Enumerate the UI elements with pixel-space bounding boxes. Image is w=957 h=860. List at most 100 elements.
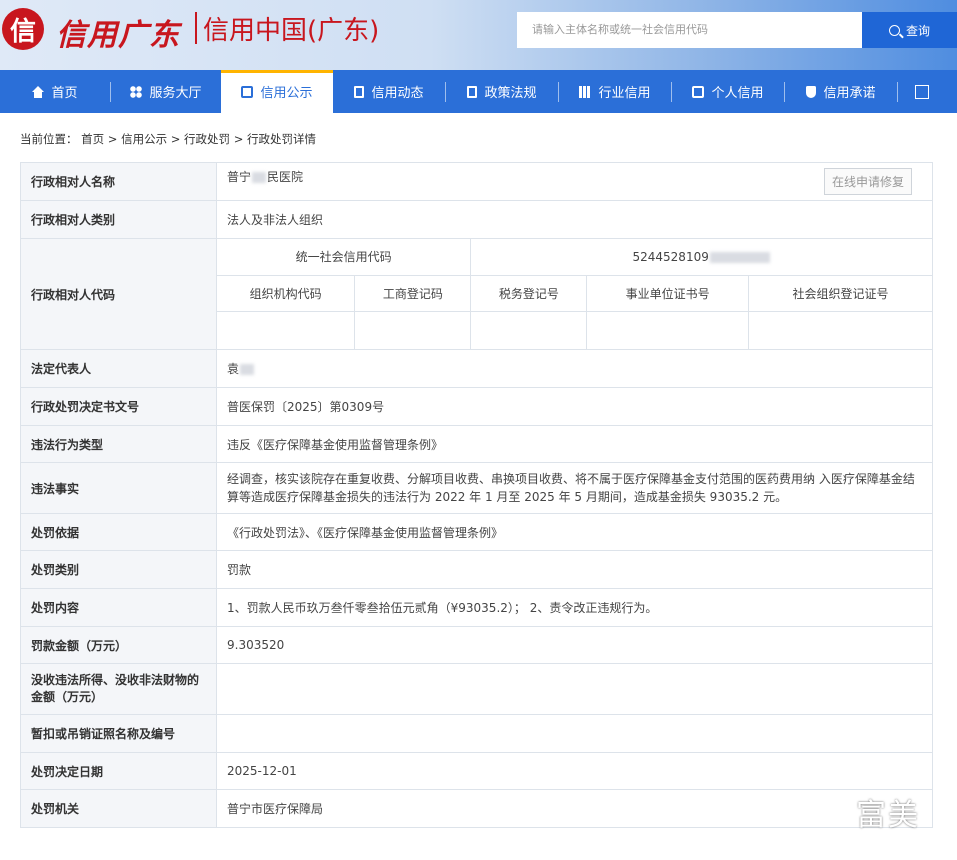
- field-label: 暂扣或吊销证照名称及编号: [20, 714, 217, 753]
- field-label: 没收违法所得、没收非法财物的金额（万元）: [20, 663, 217, 715]
- nav-item-label: 信用动态: [371, 86, 424, 101]
- code-column-header: 社会组织登记证号: [747, 274, 932, 312]
- document-icon: [354, 85, 365, 98]
- code-value-empty: [354, 310, 472, 349]
- field-value: 罚款: [216, 550, 933, 589]
- table-row: 违法事实 经调查，核实该院存在重复收费、分解项目收费、串换项目收费、将不属于医疗…: [20, 462, 933, 514]
- table-row: 行政相对人代码 统一社会信用代码 5244528109 组织机构代码 工商登记码…: [20, 238, 933, 350]
- table-row: 暂扣或吊销证照名称及编号: [20, 714, 933, 753]
- grid-icon: [130, 85, 143, 98]
- field-value: 普宁 民医院 在线申请修复: [216, 162, 933, 201]
- site-title[interactable]: 信用中国(广东): [203, 10, 379, 47]
- search-button[interactable]: 查询: [862, 12, 957, 48]
- search-button-label: 查询: [905, 23, 930, 38]
- logo-divider: [195, 12, 197, 44]
- field-label: 行政相对人名称: [20, 162, 217, 201]
- nav-item-credit-publicity[interactable]: 信用公示: [221, 70, 333, 113]
- field-value: 袁: [216, 349, 933, 388]
- watermark: 富美: [856, 798, 920, 833]
- code-value-empty: [217, 310, 356, 349]
- table-row: 处罚机关 普宁市医疗保障局: [20, 789, 933, 828]
- table-row: 法定代表人 袁: [20, 349, 933, 388]
- field-value: 普宁市医疗保障局: [216, 789, 933, 828]
- nav-item-label: 信用承诺: [823, 86, 876, 101]
- nav-item-policy[interactable]: 政策法规: [446, 70, 558, 113]
- logo-calligraphy[interactable]: 信用广东: [56, 10, 180, 54]
- field-value: 《行政处罚法》、《医疗保障基金使用监督管理条例》: [216, 513, 933, 551]
- field-label: 行政处罚决定书文号: [20, 387, 217, 426]
- bar-chart-icon: [579, 85, 592, 98]
- field-label: 行政相对人代码: [20, 238, 217, 350]
- field-label: 法定代表人: [20, 349, 217, 388]
- code-column-header: 工商登记码: [354, 274, 472, 312]
- id-card-icon: [692, 85, 705, 98]
- uscc-label: 统一社会信用代码: [217, 239, 472, 276]
- briefcase-icon: [241, 85, 254, 98]
- book-icon: [467, 85, 478, 98]
- expand-icon: [915, 84, 929, 99]
- code-subtable: 统一社会信用代码 5244528109 组织机构代码 工商登记码 税务登记号 事…: [217, 239, 932, 349]
- field-value: 经调查，核实该院存在重复收费、分解项目收费、串换项目收费、将不属于医疗保障基金支…: [216, 462, 933, 514]
- breadcrumb-path[interactable]: 首页 > 信用公示 > 行政处罚 > 行政处罚详情: [81, 132, 316, 146]
- expand-button[interactable]: [898, 70, 946, 113]
- code-subtable-cell: 统一社会信用代码 5244528109 组织机构代码 工商登记码 税务登记号 事…: [216, 238, 933, 350]
- field-value: 1、罚款人民币玖万叁仟零叁拾伍元贰角（¥93035.2）； 2、责令改正违规行为…: [216, 588, 933, 627]
- nav-item-label: 服务大厅: [149, 86, 202, 101]
- code-value-empty: [586, 310, 749, 349]
- table-row: 处罚决定日期 2025-12-01: [20, 752, 933, 790]
- table-row: 行政处罚决定书文号 普医保罚〔2025〕第0309号: [20, 387, 933, 426]
- uscc-visible-digits: 5244528109: [632, 249, 709, 264]
- nav-item-credit-commitment[interactable]: 信用承诺: [785, 70, 897, 113]
- table-row: 处罚类别 罚款: [20, 550, 933, 589]
- home-icon: [32, 85, 45, 98]
- site-header: 信 信用广东 信用中国(广东) 请输入主体名称或统一社会信用代码 查询: [0, 0, 957, 70]
- redacted-text: [709, 251, 770, 263]
- field-label: 行政相对人类别: [20, 200, 217, 239]
- nav-item-industry-credit[interactable]: 行业信用: [559, 70, 671, 113]
- name-value-post: 民医院: [267, 170, 304, 184]
- field-label: 处罚内容: [20, 588, 217, 627]
- nav-item-home[interactable]: 首页: [0, 70, 110, 113]
- nav-item-label: 政策法规: [484, 86, 537, 101]
- table-row: 没收违法所得、没收非法财物的金额（万元）: [20, 663, 933, 715]
- field-value: 法人及非法人组织: [216, 200, 933, 239]
- field-value: 2025-12-01: [216, 752, 933, 790]
- field-value: 普医保罚〔2025〕第0309号: [216, 387, 933, 426]
- main-nav: 首页 服务大厅 信用公示 信用动态 政策法规 行业信用 个人信用 信用承诺: [0, 70, 957, 113]
- redacted-text: [240, 364, 255, 375]
- shield-icon: [806, 85, 817, 98]
- field-label: 违法行为类型: [20, 425, 217, 463]
- redacted-text: [252, 172, 267, 183]
- code-value-empty: [470, 310, 588, 349]
- table-row: 违法行为类型 违反《医疗保障基金使用监督管理条例》: [20, 425, 933, 463]
- penalty-detail-table: 行政相对人名称 普宁 民医院 在线申请修复 行政相对人类别 法人及非法人组织 行政…: [20, 162, 933, 828]
- field-value: 违反《医疗保障基金使用监督管理条例》: [216, 425, 933, 463]
- field-value: 9.303520: [216, 626, 933, 664]
- search-input[interactable]: 请输入主体名称或统一社会信用代码: [517, 12, 862, 48]
- name-value-pre: 普宁: [227, 170, 252, 184]
- code-value-empty: [747, 310, 932, 349]
- uscc-value: 5244528109: [470, 239, 932, 276]
- nav-item-label: 个人信用: [711, 86, 764, 101]
- field-label: 处罚依据: [20, 513, 217, 551]
- logo-icon[interactable]: 信: [2, 8, 44, 50]
- field-value: [216, 663, 933, 715]
- field-label: 处罚类别: [20, 550, 217, 589]
- search-icon: [888, 24, 900, 36]
- field-label: 处罚决定日期: [20, 752, 217, 790]
- nav-item-personal-credit[interactable]: 个人信用: [672, 70, 784, 113]
- table-row: 罚款金额（万元） 9.303520: [20, 626, 933, 664]
- code-column-header: 组织机构代码: [217, 274, 356, 312]
- table-row: 处罚依据 《行政处罚法》、《医疗保障基金使用监督管理条例》: [20, 513, 933, 551]
- breadcrumb: 当前位置： 首页 > 信用公示 > 行政处罚 > 行政处罚详情: [20, 131, 316, 147]
- field-label: 罚款金额（万元）: [20, 626, 217, 664]
- code-column-header: 事业单位证书号: [586, 274, 749, 312]
- field-value: [216, 714, 933, 753]
- nav-item-label: 信用公示: [260, 86, 313, 101]
- table-row: 行政相对人类别 法人及非法人组织: [20, 200, 933, 239]
- nav-item-service-hall[interactable]: 服务大厅: [111, 70, 221, 113]
- online-repair-button[interactable]: 在线申请修复: [823, 168, 912, 195]
- field-label: 违法事实: [20, 462, 217, 514]
- breadcrumb-prefix: 当前位置：: [20, 132, 78, 146]
- nav-item-credit-news[interactable]: 信用动态: [333, 70, 445, 113]
